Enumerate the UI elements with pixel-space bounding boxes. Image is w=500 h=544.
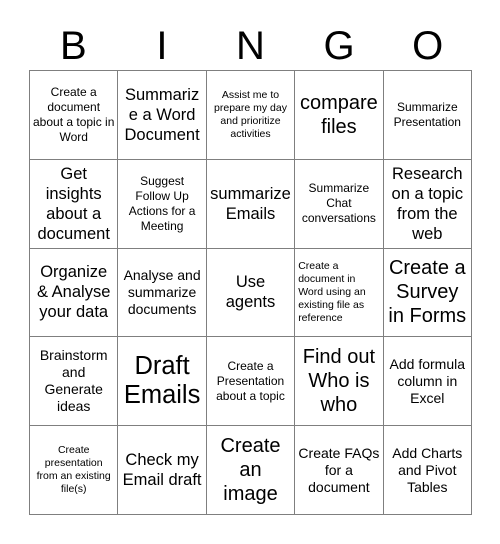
bingo-cell-label: Brainstorm and Generate ideas bbox=[39, 347, 108, 415]
bingo-cell-label: Create a document in Word using an exist… bbox=[298, 259, 366, 324]
bingo-cell[interactable]: Create presentation from an existing fil… bbox=[30, 426, 119, 515]
bingo-cell[interactable]: Create an image bbox=[206, 426, 296, 515]
bingo-cell-label: Create a document about a topic in Word bbox=[33, 84, 115, 144]
bingo-header-letter-i: I bbox=[156, 24, 168, 68]
bingo-cell-label: Add Charts and Pivot Tables bbox=[392, 444, 463, 495]
bingo-cell[interactable]: Brainstorm and Generate ideas bbox=[30, 337, 119, 427]
bingo-cell-label: Get insights about a document bbox=[37, 164, 110, 243]
bingo-card: B I N G O Create a document about a topi… bbox=[0, 0, 500, 544]
bingo-cell[interactable]: Find out Who is who bbox=[295, 337, 384, 427]
bingo-cell[interactable]: compare files bbox=[295, 71, 384, 160]
bingo-cell-label: Analyse and summarize documents bbox=[123, 266, 201, 317]
bingo-cell-label: Assist me to prepare my day and prioriti… bbox=[214, 88, 287, 140]
bingo-cell[interactable]: Suggest Follow Up Actions for a Meeting bbox=[118, 159, 207, 249]
bingo-cell[interactable]: Summarize Presentation bbox=[383, 71, 472, 160]
bingo-cell[interactable]: Check my Email draft bbox=[118, 426, 207, 515]
bingo-header-letter-b: B bbox=[59, 24, 87, 68]
bingo-cell[interactable]: Analyse and summarize documents bbox=[118, 248, 207, 338]
bingo-cell[interactable]: Create FAQs for a document bbox=[295, 426, 384, 515]
bingo-cell-label: Create a Presentation about a topic bbox=[216, 358, 285, 403]
bingo-cell-label: Summarize Presentation bbox=[393, 99, 461, 129]
bingo-cell[interactable]: Organize & Analyse your data bbox=[30, 248, 119, 338]
bingo-cell-label: Create FAQs for a document bbox=[298, 444, 380, 495]
bingo-header-letter-n: N bbox=[236, 24, 265, 68]
bingo-cell-label: Summarize Chat conversations bbox=[301, 181, 376, 226]
bingo-cell-label: compare files bbox=[299, 91, 378, 138]
bingo-cell[interactable]: Assist me to prepare my day and prioriti… bbox=[206, 71, 296, 160]
bingo-cell-label: Add formula column in Excel bbox=[389, 355, 466, 406]
bingo-cell-label: Draft Emails bbox=[123, 352, 201, 410]
bingo-cell-label: Find out Who is who bbox=[302, 346, 376, 417]
bingo-cell[interactable]: Create a document in Word using an exist… bbox=[295, 248, 384, 338]
bingo-cell[interactable]: Add Charts and Pivot Tables bbox=[383, 426, 472, 515]
bingo-cell[interactable]: Create a Presentation about a topic bbox=[206, 337, 296, 427]
bingo-cell-label: Use agents bbox=[225, 273, 276, 312]
bingo-cell[interactable]: Create a document about a topic in Word bbox=[30, 71, 119, 160]
bingo-cell[interactable]: Use agents bbox=[206, 248, 296, 338]
bingo-cell-label: Summarize a Word Document bbox=[124, 85, 200, 144]
bingo-header-letter-o: O bbox=[412, 24, 444, 68]
bingo-cell-label: Check my Email draft bbox=[122, 451, 202, 490]
bingo-grid: Create a document about a topic in Word S… bbox=[29, 70, 472, 515]
bingo-cell[interactable]: Add formula column in Excel bbox=[383, 337, 472, 427]
bingo-cell[interactable]: Get insights about a document bbox=[30, 159, 119, 249]
bingo-cell-label: summarize Emails bbox=[210, 184, 291, 223]
bingo-cell-label: Suggest Follow Up Actions for a Meeting bbox=[128, 173, 196, 233]
bingo-header-row: B I N G O bbox=[29, 22, 472, 70]
bingo-cell-label: Create a Survey in Forms bbox=[388, 257, 467, 328]
bingo-cell-label: Organize & Analyse your data bbox=[37, 263, 111, 322]
bingo-cell[interactable]: Create a Survey in Forms bbox=[383, 248, 472, 338]
bingo-cell[interactable]: Summarize a Word Document bbox=[118, 71, 207, 160]
bingo-header-letter-g: G bbox=[323, 24, 355, 68]
bingo-cell-label: Create an image bbox=[220, 435, 281, 506]
bingo-cell[interactable]: Research on a topic from the web bbox=[383, 159, 472, 249]
bingo-cell[interactable]: Summarize Chat conversations bbox=[295, 159, 384, 249]
bingo-cell[interactable]: summarize Emails bbox=[206, 159, 296, 249]
bingo-cell-label: Research on a topic from the web bbox=[391, 164, 464, 243]
bingo-cell[interactable]: Draft Emails bbox=[118, 337, 207, 427]
bingo-cell-label: Create presentation from an existing fil… bbox=[36, 444, 111, 496]
